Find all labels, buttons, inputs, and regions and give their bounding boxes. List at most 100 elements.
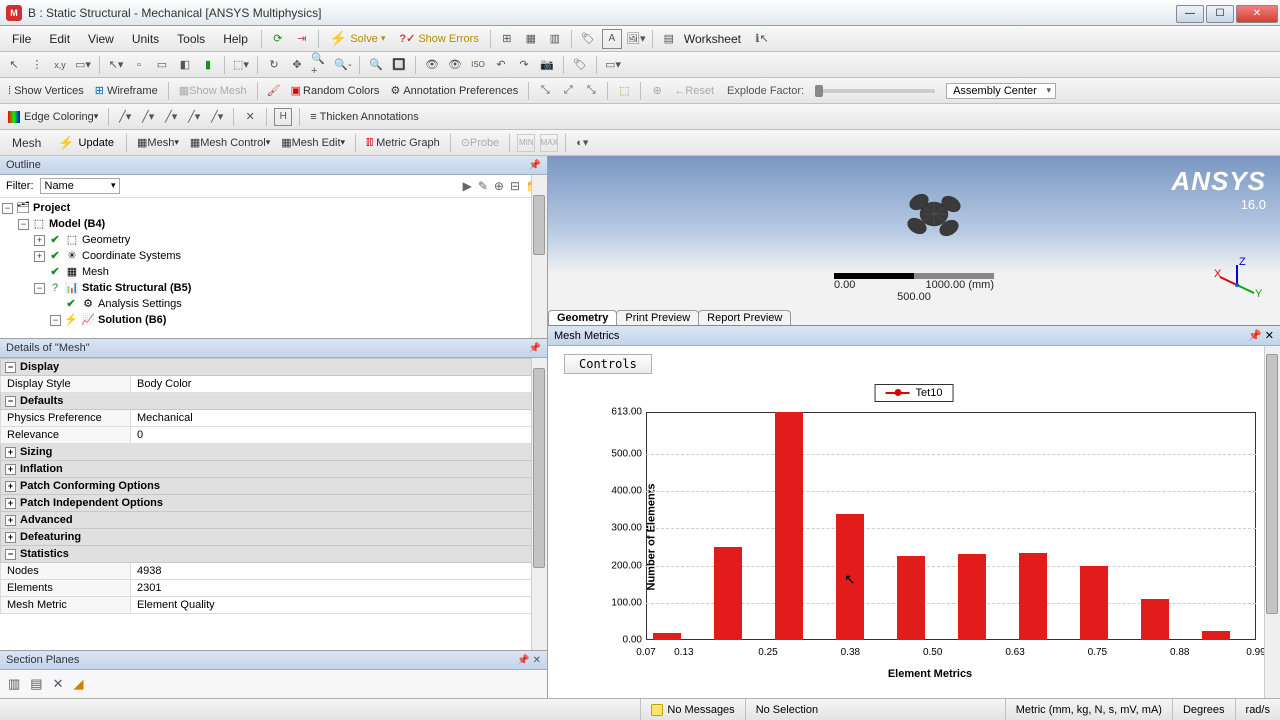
h-icon[interactable]: H: [274, 108, 292, 126]
menu-edit[interactable]: Edit: [41, 28, 78, 50]
chart-bar[interactable]: [775, 412, 803, 640]
zoom-in-icon[interactable]: 🔍+: [311, 56, 329, 74]
close-button[interactable]: ✕: [1236, 5, 1278, 23]
cursor-icon[interactable]: ↖: [5, 56, 23, 74]
metric-graph-button[interactable]: ⫾⫾Metric Graph: [362, 133, 444, 153]
sp-close-icon[interactable]: ✕: [533, 655, 541, 666]
pointer-info-icon[interactable]: ℹ↖: [752, 29, 772, 49]
outline-tree[interactable]: −🗂Project −⬚Model (B4) +✔⬚Geometry +✔✳Co…: [0, 198, 547, 330]
sp-add-icon[interactable]: ▥: [8, 676, 20, 692]
edge0-icon[interactable]: ╱▾: [116, 108, 134, 126]
sel-face-icon[interactable]: ◧: [176, 56, 194, 74]
chart-bar[interactable]: [653, 633, 681, 640]
probe-button[interactable]: ⊙ Probe: [457, 133, 504, 153]
details-table[interactable]: −Display Display StyleBody Color −Defaul…: [0, 358, 547, 614]
select-box-icon[interactable]: ▭▾: [74, 56, 92, 74]
min-icon[interactable]: MIN: [517, 134, 535, 152]
zoom-out-icon[interactable]: 🔍-: [334, 56, 352, 74]
sp-delete-icon[interactable]: ✕: [53, 676, 64, 692]
chart-bar[interactable]: [958, 554, 986, 640]
mesh-dropdown[interactable]: ▦ Mesh: [133, 133, 183, 153]
sp-view-icon[interactable]: ◢: [74, 676, 84, 692]
viewport-3d[interactable]: ANSYS 16.0 0.001000.00 (mm) 500.00 X: [548, 156, 1280, 326]
next-view-icon[interactable]: ↷: [515, 56, 533, 74]
sel-edge-icon[interactable]: ▭: [153, 56, 171, 74]
refresh-icon[interactable]: ⟳: [268, 29, 288, 49]
assembly-center-combo[interactable]: Assembly Center: [946, 83, 1056, 99]
mesh-control-dropdown[interactable]: ▦ Mesh Control: [186, 133, 274, 153]
window-icon[interactable]: ▭▾: [604, 56, 622, 74]
axis1-icon[interactable]: ⤡: [536, 82, 554, 100]
edge-x-icon[interactable]: ✕: [241, 108, 259, 126]
tab-print-preview[interactable]: Print Preview: [616, 310, 699, 325]
mesh-edit-dropdown[interactable]: ▦ Mesh Edit: [277, 133, 349, 153]
chart-bar[interactable]: [1141, 599, 1169, 640]
view-icon[interactable]: 👁: [446, 56, 464, 74]
tool-icon-1[interactable]: ⊞: [497, 29, 517, 49]
filter-clear-icon[interactable]: ✎: [478, 179, 488, 193]
filter-combo[interactable]: Name: [40, 178, 120, 194]
thicken-button[interactable]: ≡Thicken Annotations: [306, 107, 423, 127]
tool-icon-3[interactable]: ▥: [545, 29, 565, 49]
chart-bar[interactable]: [836, 514, 864, 640]
max-icon[interactable]: MAX: [540, 134, 558, 152]
tag2-icon[interactable]: 🏷: [571, 56, 589, 74]
chart-bar[interactable]: [897, 556, 925, 640]
box3d-icon[interactable]: ⬚: [615, 82, 633, 100]
worksheet-button[interactable]: Worksheet: [682, 28, 749, 50]
menu-file[interactable]: File: [4, 28, 39, 50]
select-vertex-icon[interactable]: ⋮: [28, 56, 46, 74]
edge2-icon[interactable]: ╱▾: [162, 108, 180, 126]
mode-icon[interactable]: ↖▾: [107, 56, 125, 74]
edge4-icon[interactable]: ╱▾: [208, 108, 226, 126]
camera-icon[interactable]: 📷: [538, 56, 556, 74]
collapse-all-icon[interactable]: ⊟: [510, 179, 520, 193]
random-colors-button[interactable]: ▣Random Colors: [287, 81, 384, 101]
show-vertices-button[interactable]: ⁞Show Vertices: [4, 81, 88, 101]
edge1-icon[interactable]: ╱▾: [139, 108, 157, 126]
paint-icon[interactable]: 🖌: [265, 82, 283, 100]
iso-icon[interactable]: ISO: [469, 56, 487, 74]
image-icon[interactable]: 🖼▾: [626, 29, 646, 49]
tag-icon[interactable]: 🏷: [578, 29, 598, 49]
show-mesh-button[interactable]: ▦ Show Mesh: [175, 81, 251, 101]
sp-pin-icon[interactable]: 📌: [517, 655, 529, 666]
shade-icon[interactable]: ◐▾: [573, 134, 591, 152]
zoom-box-icon[interactable]: 🔲: [390, 56, 408, 74]
minimize-button[interactable]: —: [1176, 5, 1204, 23]
look-at-icon[interactable]: 👁: [423, 56, 441, 74]
tab-report-preview[interactable]: Report Preview: [698, 310, 791, 325]
filter-apply-icon[interactable]: ▶: [463, 179, 472, 193]
assemble-icon[interactable]: ⊕: [648, 82, 666, 100]
update-button[interactable]: ⚡Update: [52, 133, 120, 153]
maximize-button[interactable]: ☐: [1206, 5, 1234, 23]
tool-icon-2[interactable]: ▦: [521, 29, 541, 49]
sel-body-icon[interactable]: ▮: [199, 56, 217, 74]
tab-geometry[interactable]: Geometry: [548, 310, 617, 325]
annotation-prefs-button[interactable]: ⚙Annotation Preferences: [386, 81, 522, 101]
outline-scrollbar[interactable]: [531, 175, 547, 338]
edge3-icon[interactable]: ╱▾: [185, 108, 203, 126]
axis2-icon[interactable]: ⤢: [559, 82, 577, 100]
chart-bar[interactable]: [1080, 566, 1108, 640]
controls-button[interactable]: Controls: [564, 354, 652, 374]
chart-bar[interactable]: [1202, 631, 1230, 640]
metrics-pin-icon[interactable]: 📌: [1248, 330, 1262, 342]
select-node-icon[interactable]: x,y: [51, 56, 69, 74]
axis3-icon[interactable]: ⤡: [582, 82, 600, 100]
menu-units[interactable]: Units: [124, 28, 167, 50]
menu-help[interactable]: Help: [215, 28, 256, 50]
wireframe-button[interactable]: ⊞Wireframe: [91, 81, 162, 101]
show-errors-button[interactable]: ?✓Show Errors: [393, 30, 484, 47]
pan-icon[interactable]: ✥: [288, 56, 306, 74]
details-scrollbar[interactable]: [531, 358, 547, 650]
annotation-a-icon[interactable]: A: [602, 29, 622, 49]
solve-button[interactable]: ⚡Solve ▾: [324, 28, 392, 49]
metrics-scrollbar[interactable]: [1264, 346, 1280, 698]
toggle-icon[interactable]: ⇥: [292, 29, 312, 49]
outline-pin-icon[interactable]: 📌: [529, 160, 541, 171]
rotate-icon[interactable]: ↻: [265, 56, 283, 74]
sel-point-icon[interactable]: ▫: [130, 56, 148, 74]
menu-tools[interactable]: Tools: [169, 28, 213, 50]
details-pin-icon[interactable]: 📌: [529, 343, 541, 354]
